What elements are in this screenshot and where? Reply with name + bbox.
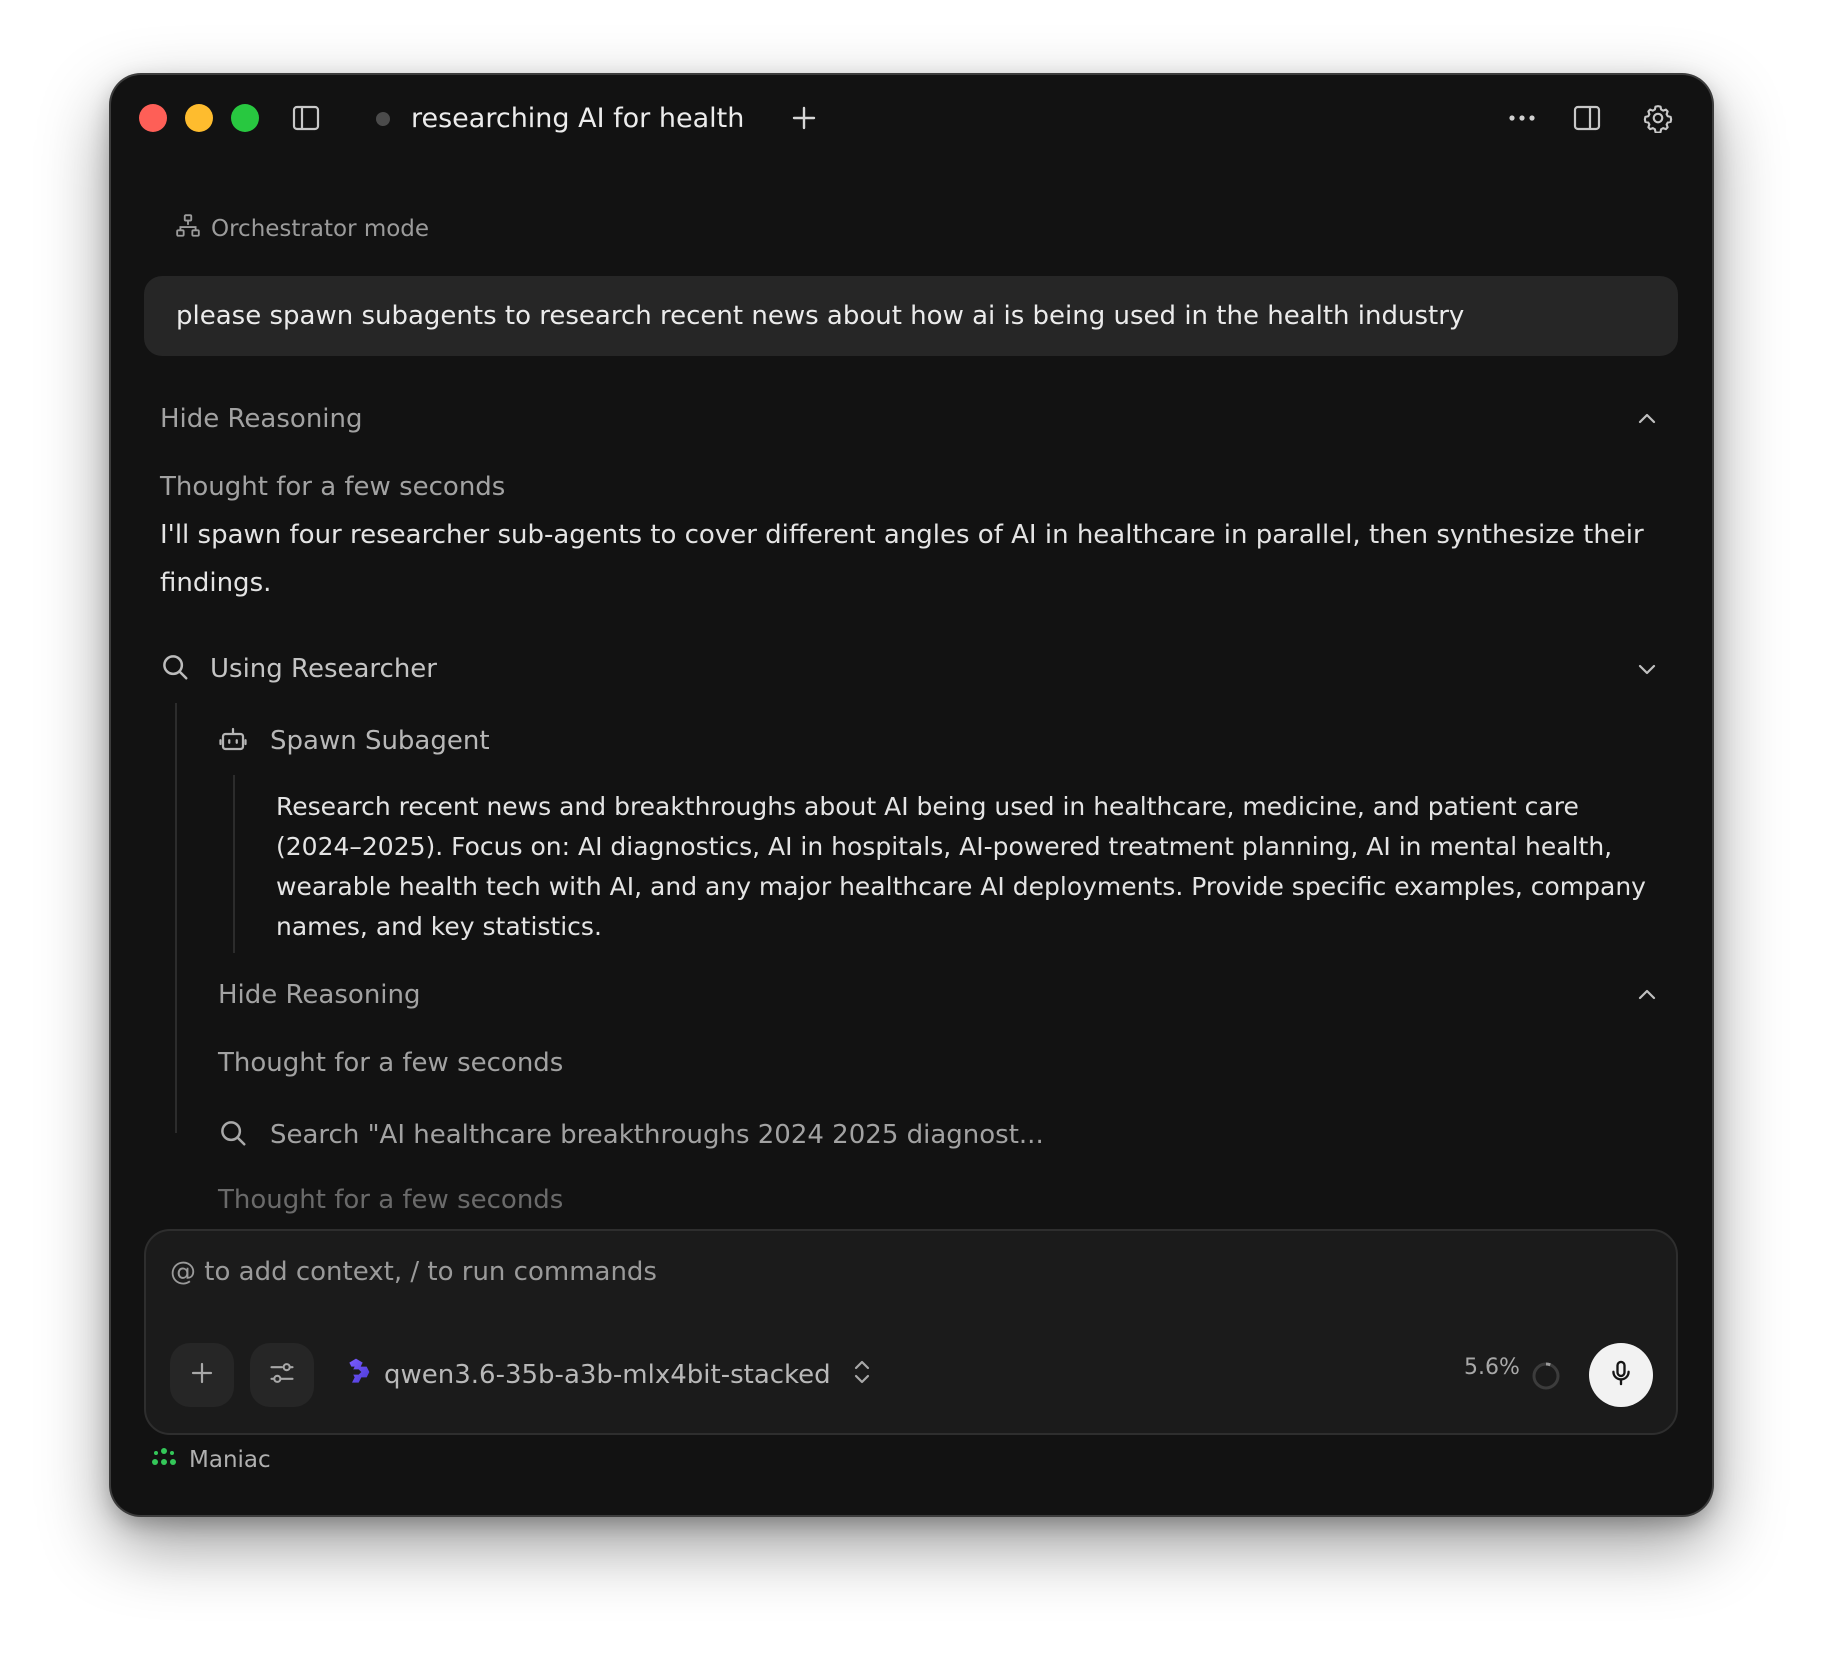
robot-icon bbox=[218, 724, 248, 758]
right-panel-toggle-icon[interactable] bbox=[1568, 99, 1606, 137]
inner-thought-duration-label: Thought for a few seconds bbox=[218, 1048, 564, 1078]
hide-reasoning-label: Hide Reasoning bbox=[160, 404, 363, 434]
trailing-thought-duration: Thought for a few seconds bbox=[218, 1185, 564, 1215]
sliders-icon bbox=[268, 1359, 296, 1391]
tools-settings-button[interactable] bbox=[250, 1343, 314, 1407]
spawn-subagent-header[interactable]: Spawn Subagent bbox=[218, 719, 490, 763]
chevron-up-icon[interactable] bbox=[1635, 983, 1659, 1011]
qwen-logo-icon bbox=[340, 1356, 372, 1395]
model-name: qwen3.6-35b-a3b-mlx4bit-stacked bbox=[384, 1360, 831, 1390]
chevron-up-down-icon bbox=[851, 1357, 873, 1394]
thought-duration: Thought for a few seconds bbox=[160, 465, 505, 509]
inner-thought-duration: Thought for a few seconds bbox=[218, 1041, 563, 1085]
voice-input-button[interactable] bbox=[1589, 1343, 1653, 1407]
plus-icon bbox=[190, 1361, 214, 1389]
message-composer: @ to add context, / to run commands qwen… bbox=[144, 1229, 1678, 1435]
inner-hide-reasoning-toggle[interactable]: Hide Reasoning bbox=[218, 973, 421, 1017]
hierarchy-icon bbox=[175, 213, 201, 245]
chevron-up-icon[interactable] bbox=[1635, 407, 1659, 435]
orchestrator-mode-indicator: Orchestrator mode bbox=[175, 213, 429, 245]
add-attachment-button[interactable] bbox=[170, 1343, 234, 1407]
inner-hide-reasoning-label: Hide Reasoning bbox=[218, 980, 421, 1010]
search-icon bbox=[160, 652, 190, 686]
subagent-prompt-border bbox=[233, 775, 235, 953]
maximize-window-button[interactable] bbox=[231, 104, 259, 132]
sidebar-toggle-icon[interactable] bbox=[287, 99, 325, 137]
search-icon bbox=[218, 1118, 248, 1152]
model-selector[interactable]: qwen3.6-35b-a3b-mlx4bit-stacked bbox=[340, 1343, 873, 1407]
new-tab-icon[interactable] bbox=[785, 99, 823, 137]
user-message-text: please spawn subagents to research recen… bbox=[176, 301, 1465, 331]
tool-use-connector bbox=[175, 703, 177, 1133]
hide-reasoning-toggle[interactable]: Hide Reasoning bbox=[160, 397, 363, 441]
settings-gear-icon[interactable] bbox=[1639, 99, 1677, 137]
assistant-response: I'll spawn four researcher sub-agents to… bbox=[160, 520, 1644, 598]
close-window-button[interactable] bbox=[139, 104, 167, 132]
tool-use-header[interactable]: Using Researcher bbox=[160, 647, 437, 691]
microphone-icon bbox=[1607, 1359, 1635, 1391]
brand-label: Maniac bbox=[189, 1447, 271, 1473]
search-step-label: Search "AI healthcare breakthroughs 2024… bbox=[270, 1120, 1044, 1150]
search-step[interactable]: Search "AI healthcare breakthroughs 2024… bbox=[218, 1113, 1044, 1157]
tool-use-label: Using Researcher bbox=[210, 654, 437, 684]
footer-brand: Maniac bbox=[151, 1447, 271, 1473]
subagent-prompt: Research recent news and breakthroughs a… bbox=[276, 792, 1646, 941]
context-usage-text: 5.6% bbox=[1464, 1355, 1520, 1380]
mode-label: Orchestrator mode bbox=[211, 216, 430, 242]
composer-input[interactable]: @ to add context, / to run commands bbox=[170, 1257, 657, 1287]
tab-status-dot bbox=[376, 112, 390, 126]
app-window: researching AI for health Orchestrator m… bbox=[111, 75, 1712, 1515]
maniac-logo-icon bbox=[151, 1447, 177, 1473]
chevron-down-icon[interactable] bbox=[1635, 657, 1659, 685]
thought-duration-label: Thought for a few seconds bbox=[160, 472, 506, 502]
spawn-subagent-label: Spawn Subagent bbox=[270, 726, 490, 756]
tab-title[interactable]: researching AI for health bbox=[411, 99, 744, 139]
user-message: please spawn subagents to research recen… bbox=[144, 276, 1678, 356]
more-options-icon[interactable] bbox=[1503, 99, 1541, 137]
minimize-window-button[interactable] bbox=[185, 104, 213, 132]
context-usage-ring-icon bbox=[1531, 1361, 1561, 1395]
